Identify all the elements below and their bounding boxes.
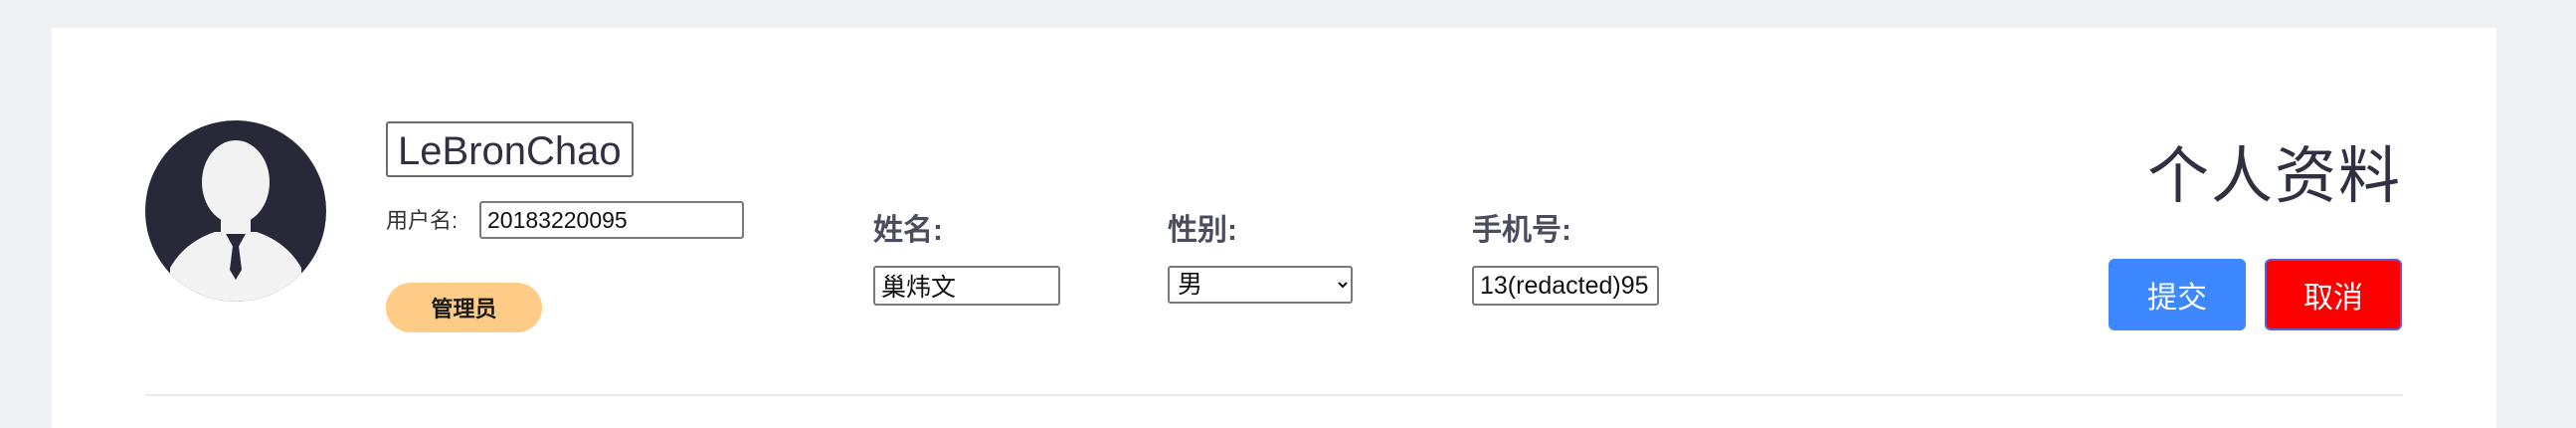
name-input[interactable] <box>873 266 1060 306</box>
gender-select[interactable]: 男 <box>1168 266 1353 304</box>
account-label: 用户名: <box>386 208 459 233</box>
phone-input[interactable] <box>1472 266 1659 306</box>
phone-label: 手机号: <box>1472 214 1571 247</box>
divider <box>145 394 2403 396</box>
page-title: 个人资料 <box>2146 142 2402 211</box>
username-title: LeBronChao <box>386 121 634 177</box>
account-input[interactable] <box>479 201 744 239</box>
name-label: 姓名: <box>873 214 943 247</box>
user-avatar-icon <box>170 140 301 302</box>
cancel-button[interactable]: 取消 <box>2265 259 2402 330</box>
gender-label: 性别: <box>1168 214 1237 247</box>
role-badge: 管理员 <box>386 283 542 332</box>
profile-card: LeBronChao 用户名: 管理员 姓名: 性别: 男 手机号: 个人资料 … <box>52 28 2496 428</box>
avatar <box>145 120 326 302</box>
submit-button[interactable]: 提交 <box>2109 259 2246 330</box>
